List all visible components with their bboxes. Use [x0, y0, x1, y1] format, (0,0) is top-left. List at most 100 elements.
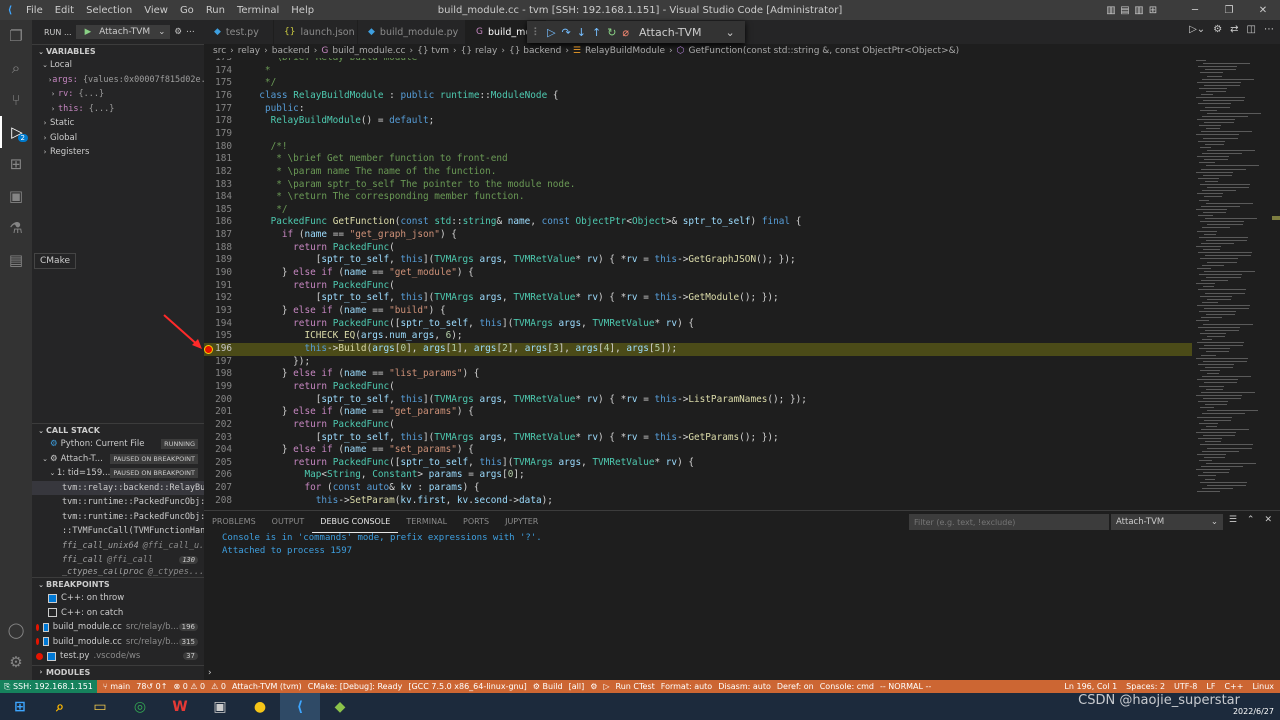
vscode-taskbar-icon[interactable]: ⟨ — [280, 693, 320, 720]
variable-row[interactable]: › this: {...} — [32, 102, 204, 117]
code-line[interactable]: 189 [sptr_to_self, this](TVMArgs args, T… — [204, 254, 1272, 267]
close-button[interactable]: ✕ — [1246, 5, 1280, 16]
eol-status[interactable]: LF — [1206, 682, 1215, 691]
line-number[interactable]: 177 — [204, 103, 232, 116]
breakpoint-checkbox[interactable] — [48, 593, 57, 603]
code-line[interactable]: 182 * \param name The name of the functi… — [204, 166, 1272, 179]
breakpoint-item[interactable]: build_module.cc src/relay/b... 196 — [32, 620, 204, 635]
menu-selection[interactable]: Selection — [80, 5, 138, 16]
code-line[interactable]: 188 return PackedFunc( — [204, 242, 1272, 255]
cursor-position[interactable]: Ln 196, Col 1 — [1064, 682, 1117, 691]
debug-session-select[interactable]: Attach-TVM ⌄ — [1111, 514, 1223, 530]
remote-explorer-icon[interactable]: ▣ — [0, 180, 32, 212]
cmake-status[interactable]: CMake: [Debug]: Ready — [308, 682, 403, 691]
line-number[interactable]: 184 — [204, 191, 232, 204]
debug-session-select[interactable]: Attach-TVM ⌄ — [635, 25, 739, 39]
toggle-panel-icon[interactable]: ▤ — [1118, 5, 1132, 16]
line-number[interactable]: 187 — [204, 229, 232, 242]
code-line[interactable]: 186 PackedFunc GetFunction(const std::st… — [204, 216, 1272, 229]
layout-icon[interactable]: ⊞ — [1146, 5, 1160, 16]
kit-status[interactable]: [GCC 7.5.0 x86_64-linux-gnu] — [408, 682, 526, 691]
drag-handle-icon[interactable]: ⠇ — [533, 26, 541, 39]
restart-icon[interactable]: ↻ — [607, 26, 616, 39]
call-stack-session[interactable]: ⌄ ⚙ Attach-T... PAUSED ON BREAKPOINT — [32, 452, 204, 467]
breadcrumb-item[interactable]: {} backend — [509, 46, 561, 56]
breakpoint-item[interactable]: C++: on throw — [32, 591, 204, 606]
restore-button[interactable]: ❐ — [1212, 5, 1246, 16]
breadcrumb-item[interactable]: {} tvm — [417, 46, 449, 56]
variable-row[interactable]: › rv: {...} — [32, 87, 204, 102]
warnings-status[interactable]: ⚠ 0 — [211, 682, 226, 691]
line-number[interactable]: 194 — [204, 318, 232, 331]
breadcrumb-item[interactable]: backend — [272, 46, 310, 56]
line-number[interactable]: 198 — [204, 368, 232, 381]
breakpoint-checkbox[interactable] — [43, 637, 49, 647]
source-control-icon[interactable]: ⑂ — [0, 84, 32, 116]
gear-icon[interactable]: ⚙ — [0, 646, 32, 678]
step-into-icon[interactable]: ↓ — [577, 26, 586, 39]
menu-edit[interactable]: Edit — [49, 5, 80, 16]
breakpoints-section-header[interactable]: ⌄ BREAKPOINTS — [32, 577, 204, 591]
explorer-icon[interactable]: ❐ — [0, 20, 32, 52]
breadcrumb-item[interactable]: relay — [238, 46, 260, 56]
split-editor-icon[interactable]: ◫ — [1247, 24, 1256, 35]
menu-terminal[interactable]: Terminal — [231, 5, 285, 16]
breadcrumb-item[interactable]: RelayBuildModule — [585, 46, 665, 56]
code-line[interactable]: 173 * \brief Relay build module — [204, 58, 1272, 65]
minimap[interactable] — [1192, 58, 1272, 508]
code-line[interactable]: 194 return PackedFunc([sptr_to_self, thi… — [204, 318, 1272, 331]
line-number[interactable]: 176 — [204, 90, 232, 103]
call-stack-section-header[interactable]: ⌄ CALL STACK — [32, 423, 204, 437]
line-number[interactable]: 202 — [204, 419, 232, 432]
problems-status[interactable]: ⊗ 0 ⚠ 0 — [173, 682, 205, 691]
breakpoint-item[interactable]: test.py .vscode/ws 37 — [32, 649, 204, 664]
sync-status[interactable]: 78↺ 0↑ — [136, 682, 167, 691]
tab-launch-json[interactable]: {} launch.json — [274, 20, 358, 44]
line-number[interactable]: 189 — [204, 254, 232, 267]
code-line[interactable]: 200 [sptr_to_self, this](TVMArgs args, T… — [204, 394, 1272, 407]
code-line[interactable]: 179 — [204, 128, 1272, 141]
stack-frame[interactable]: ::TVMFuncCall(TVMFunctionHandl — [32, 524, 204, 539]
breadcrumb-item[interactable]: src — [213, 46, 226, 56]
branch-status[interactable]: ⑂ main — [103, 682, 130, 691]
tab-terminal[interactable]: TERMINAL — [398, 511, 455, 533]
code-line[interactable]: 193 } else if (name == "build") { — [204, 305, 1272, 318]
maximize-panel-icon[interactable]: ⌃ — [1247, 515, 1255, 525]
stack-frame[interactable]: ffi_call @ffi_call 130 — [32, 553, 204, 568]
search-icon[interactable]: ⌕ — [0, 52, 32, 84]
line-number[interactable]: 197 — [204, 356, 232, 369]
line-number[interactable]: 199 — [204, 381, 232, 394]
line-number[interactable]: 204 — [204, 444, 232, 457]
code-line[interactable]: 204 } else if (name == "set_params") { — [204, 444, 1272, 457]
code-line[interactable]: 198 } else if (name == "list_params") { — [204, 368, 1272, 381]
debug-icon[interactable]: ⚙ — [590, 682, 597, 691]
scope-registers[interactable]: › Registers — [32, 145, 204, 160]
line-number[interactable]: 174 — [204, 65, 232, 78]
console-filter-input[interactable] — [909, 514, 1109, 530]
code-line[interactable]: 184 * \return The corresponding member f… — [204, 191, 1272, 204]
breakpoint-checkbox[interactable] — [47, 651, 56, 661]
disconnect-icon[interactable]: ⌀ — [622, 26, 629, 39]
variable-row[interactable]: › args: {values:0x00007f815d02e... — [32, 73, 204, 88]
scope-local[interactable]: ⌄ Local — [32, 58, 204, 73]
indentation-status[interactable]: Spaces: 2 — [1126, 682, 1165, 691]
code-line[interactable]: 202 return PackedFunc( — [204, 419, 1272, 432]
search-icon[interactable]: ⌕ — [40, 693, 80, 720]
toggle-sidebar-icon[interactable]: ▥ — [1104, 5, 1118, 16]
code-line[interactable]: 180 /*! — [204, 141, 1272, 154]
stack-frame[interactable]: tvm::runtime::PackedFuncObj::E — [32, 510, 204, 525]
code-line[interactable]: 190 } else if (name == "get_module") { — [204, 267, 1272, 280]
call-stack-session[interactable]: ⚙ Python: Current File RUNNING — [32, 437, 204, 452]
breadcrumb-item[interactable]: build_module.cc — [332, 46, 405, 56]
breakpoint-item[interactable]: C++: on catch — [32, 606, 204, 621]
breakpoint-checkbox[interactable] — [43, 622, 49, 632]
line-number[interactable]: 179 — [204, 128, 232, 141]
close-panel-icon[interactable]: ✕ — [1264, 515, 1272, 525]
chrome-icon[interactable]: ◎ — [120, 693, 160, 720]
build-target-status[interactable]: [all] — [569, 682, 585, 691]
tab-jupyter[interactable]: JUPYTER — [497, 511, 546, 533]
code-line[interactable]: 197 }); — [204, 356, 1272, 369]
code-editor[interactable]: 173 * \brief Relay build module174 *175 … — [204, 58, 1272, 508]
scope-static[interactable]: › Static — [32, 116, 204, 131]
continue-icon[interactable]: ▷ — [547, 26, 555, 39]
